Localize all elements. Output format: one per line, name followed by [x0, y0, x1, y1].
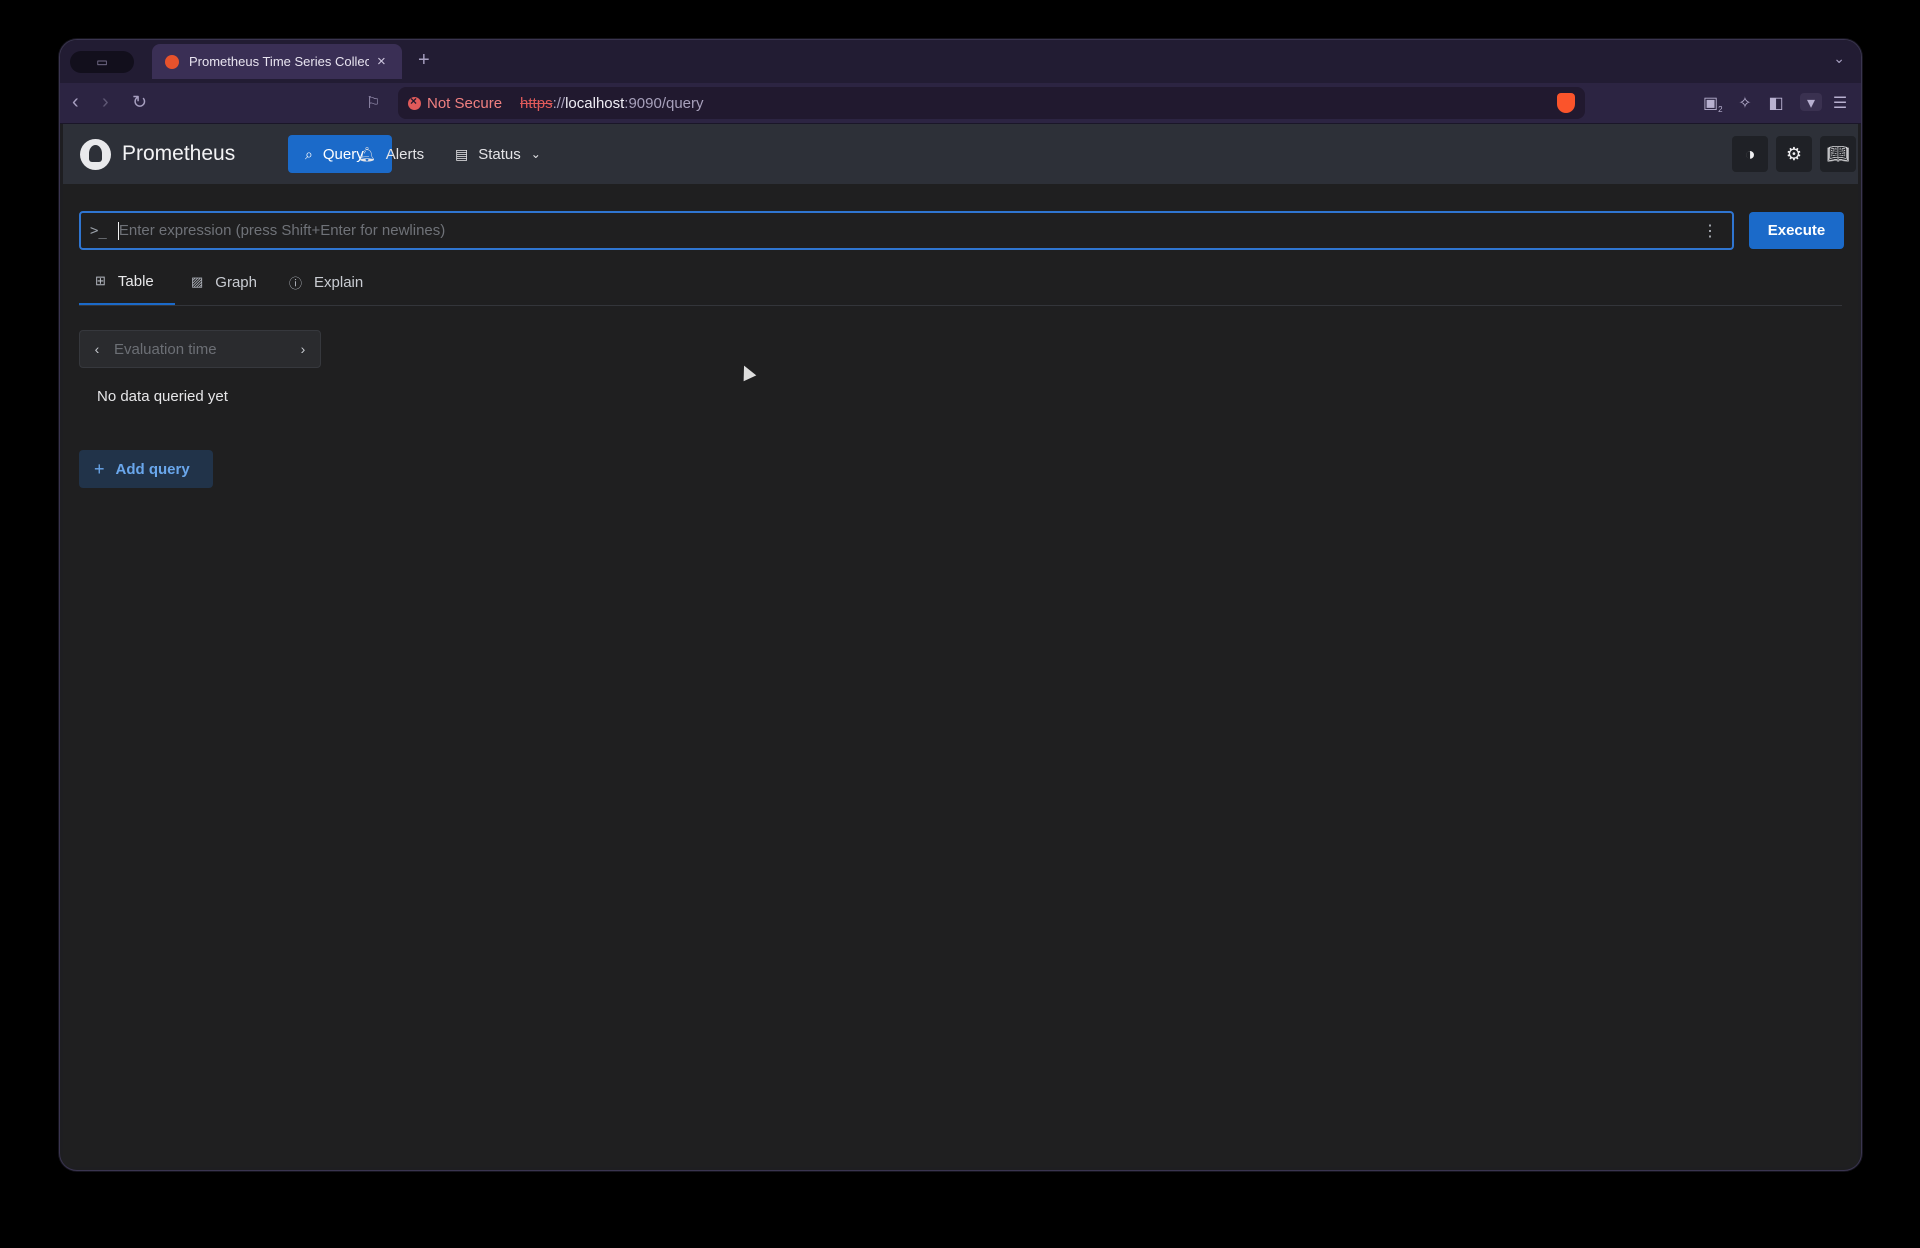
chevron-down-icon: ⌄: [530, 147, 541, 161]
puzzle-icon[interactable]: ✧: [1736, 93, 1754, 112]
nav-status-label: Status: [478, 145, 521, 163]
back-arrow-icon[interactable]: ‹: [72, 91, 79, 114]
tab-graph-label: Graph: [215, 273, 257, 291]
url-text: https://localhost:9090/query: [520, 95, 703, 112]
expression-editor[interactable]: >_ ⋮: [79, 211, 1734, 250]
more-vertical-icon[interactable]: ⋮: [1702, 221, 1718, 241]
brave-shield-icon[interactable]: [1557, 93, 1575, 113]
url-host: localhost: [565, 94, 625, 112]
new-tab-button[interactable]: +: [418, 49, 430, 72]
url-scheme: https: [520, 94, 553, 112]
sidebar-panel-icon[interactable]: ◧: [1767, 93, 1785, 112]
prometheus-logo-icon[interactable]: [80, 138, 111, 170]
url-separator: ://: [552, 94, 566, 112]
plus-icon: +: [94, 458, 105, 479]
theme-toggle-icon[interactable]: ◑: [1732, 136, 1768, 172]
add-query-label: Add query: [115, 460, 190, 478]
sidebar-icon: ▭: [96, 55, 108, 69]
gear-icon[interactable]: ⚙: [1776, 136, 1812, 172]
tab-strip: ▭ Prometheus Time Series Collection × + …: [60, 40, 1861, 83]
app-header: Prometheus ⌕ Query 🔔︎ Alerts ▤ Status ⌄ …: [63, 124, 1858, 184]
chevron-down-icon[interactable]: ⌄: [1833, 50, 1845, 67]
chevron-right-icon[interactable]: ›: [286, 341, 320, 357]
tab-graph[interactable]: ▨ Graph: [191, 259, 257, 305]
reload-icon[interactable]: ↻: [132, 92, 147, 113]
add-query-button[interactable]: + Add query: [79, 450, 213, 488]
table-icon: ⊞: [95, 273, 106, 288]
menu-icon[interactable]: ☰: [1831, 93, 1849, 112]
browser-window: ▭ Prometheus Time Series Collection × + …: [59, 39, 1862, 1171]
graph-icon: ▨: [191, 274, 204, 289]
wallet-icon[interactable]: ▾: [1800, 93, 1822, 112]
address-bar[interactable]: Not Secure https://localhost:9090/query: [398, 87, 1585, 119]
extension-badge: 2: [1718, 105, 1723, 115]
info-icon: ⓘ: [289, 275, 303, 291]
tab-title: Prometheus Time Series Collection: [189, 54, 369, 69]
query-tabs: ⊞ Table ▨ Graph ⓘ Explain: [79, 259, 1842, 306]
execute-button[interactable]: Execute: [1749, 212, 1844, 249]
bookmark-icon[interactable]: ⚐: [366, 93, 380, 113]
tab-close-icon[interactable]: ×: [377, 53, 386, 70]
not-secure-icon: [408, 94, 421, 110]
prometheus-favicon-icon: [165, 54, 179, 69]
tab-explain-label: Explain: [314, 273, 364, 291]
mouse-cursor: [737, 362, 757, 382]
terminal-prompt-icon: >_: [90, 222, 107, 239]
sidebar-toggle-button[interactable]: ▭: [70, 51, 134, 73]
nav-alerts[interactable]: 🔔︎ Alerts: [341, 135, 441, 173]
prometheus-app: Prometheus ⌕ Query 🔔︎ Alerts ▤ Status ⌄ …: [63, 124, 1858, 1167]
chevron-left-icon[interactable]: ‹: [80, 341, 114, 357]
search-icon: ⌕: [305, 145, 313, 162]
address-toolbar: ‹ › ↻ ⚐ Not Secure https://localhost:909…: [60, 83, 1861, 124]
evaluation-time-picker: ‹ Evaluation time ›: [79, 330, 321, 368]
tab-table[interactable]: ⊞ Table: [79, 259, 175, 305]
docs-book-icon[interactable]: 📖︎: [1820, 136, 1856, 172]
nav-status[interactable]: ▤ Status ⌄: [438, 135, 558, 173]
browser-tab[interactable]: Prometheus Time Series Collection ×: [152, 44, 402, 79]
bell-icon: 🔔︎: [358, 145, 376, 162]
brand-name[interactable]: Prometheus: [122, 142, 235, 166]
tab-table-label: Table: [117, 272, 154, 290]
server-icon: ▤: [455, 145, 469, 162]
expression-input[interactable]: [118, 222, 1702, 239]
nav-alerts-label: Alerts: [385, 145, 425, 163]
not-secure-label[interactable]: Not Secure: [427, 95, 502, 112]
evaluation-time-input[interactable]: Evaluation time: [114, 341, 286, 358]
tab-explain[interactable]: ⓘ Explain: [289, 259, 363, 305]
forward-arrow-icon[interactable]: ›: [102, 91, 109, 114]
no-data-message: No data queried yet: [97, 388, 228, 405]
url-path: :9090/query: [624, 94, 704, 112]
extension-icon[interactable]: ▣2: [1703, 93, 1723, 115]
